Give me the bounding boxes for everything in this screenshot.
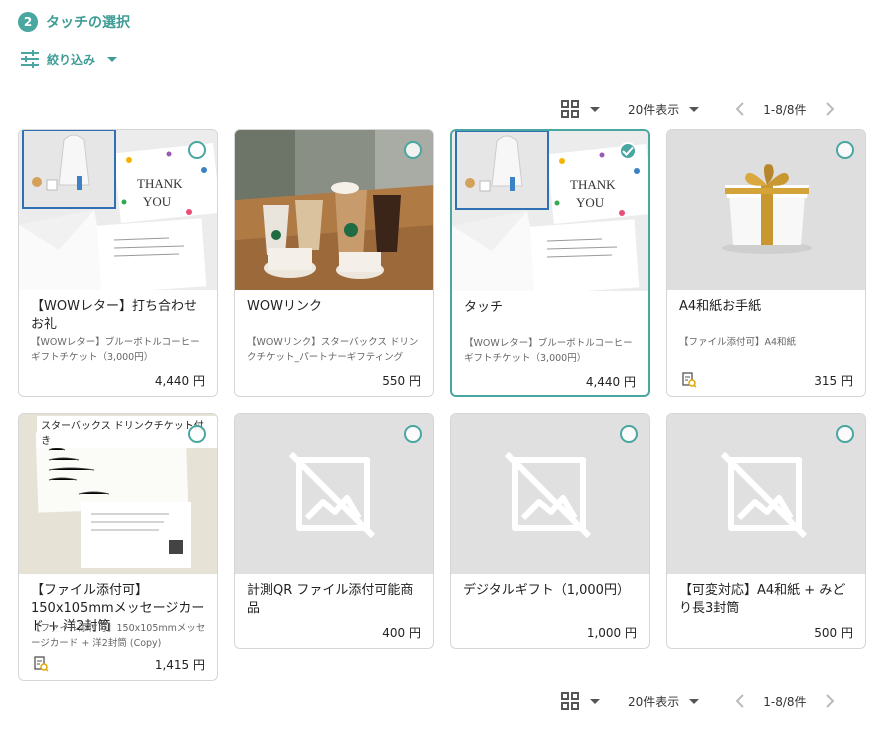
product-card[interactable]: 計測QR ファイル添付可能商品 400 円 <box>234 413 434 649</box>
next-page-icon[interactable] <box>825 694 835 708</box>
card-title: タッチ <box>464 300 504 315</box>
card-image: THANK YOU <box>452 131 648 291</box>
check-icon <box>622 146 634 156</box>
grid-view-icon <box>560 99 580 119</box>
step-header: 2 タッチの選択 <box>18 12 130 32</box>
chevron-down-icon <box>107 56 118 62</box>
thank-you-letter-photo: THANK YOU <box>452 131 648 291</box>
chevron-down-icon <box>590 698 600 704</box>
file-search-icon <box>681 372 697 392</box>
card-image <box>235 414 433 574</box>
per-page-select[interactable]: 20件表示 <box>628 101 700 118</box>
no-image-icon <box>451 414 649 574</box>
card-price: 315 円 <box>814 374 853 388</box>
select-radio[interactable] <box>188 425 206 443</box>
pagination-toolbar-bottom: 20件表示 1-8/8件 <box>560 689 835 713</box>
card-price: 500 円 <box>814 626 853 640</box>
card-title: WOWリンク <box>247 299 322 314</box>
product-card-selected[interactable]: THANK YOU タッチ 【WOWレター】ブルーボトルコーヒーギフトチケット（3… <box>450 129 650 397</box>
select-radio[interactable] <box>188 141 206 159</box>
card-image: スターバックス ドリンクチケット付き <box>19 414 217 574</box>
sliders-icon <box>20 50 40 68</box>
card-description: 【ファイル添付可】A4和紙 <box>679 337 797 348</box>
card-title: 【WOWレター】打ち合わせお礼 <box>31 299 197 332</box>
gift-box-photo <box>667 130 865 290</box>
per-page-select[interactable]: 20件表示 <box>628 693 700 710</box>
per-page-label: 20件表示 <box>628 102 680 117</box>
no-image-icon <box>235 414 433 574</box>
filter-button[interactable]: 絞り込み <box>20 50 118 68</box>
card-price: 4,440 円 <box>585 375 636 389</box>
starbucks-drinks-photo <box>235 130 433 290</box>
card-description: 【WOWレター】ブルーボトルコーヒーギフトチケット（3,000円） <box>31 337 200 363</box>
chevron-down-icon <box>590 106 600 112</box>
card-price: 400 円 <box>382 626 421 640</box>
step-title: タッチの選択 <box>46 15 130 31</box>
selected-check-radio[interactable] <box>619 142 637 160</box>
svg-text:YOU: YOU <box>143 194 172 209</box>
product-card[interactable]: スターバックス ドリンクチケット付き 【ファイル添付可】150x105mmメッセ… <box>18 413 218 681</box>
filter-label: 絞り込み <box>47 52 96 67</box>
card-image <box>235 130 433 290</box>
card-description: 【WOWレター】ブルーボトルコーヒーギフトチケット（3,000円） <box>464 338 633 364</box>
product-card[interactable]: WOWリンク 【WOWリンク】スターバックス ドリンクチケット_パートナーギフテ… <box>234 129 434 397</box>
card-price: 1,415 円 <box>154 658 205 672</box>
card-title: 計測QR ファイル添付可能商品 <box>247 583 414 616</box>
card-description: 【WOWリンク】スターバックス ドリンクチケット_パートナーギフティング <box>247 337 419 363</box>
card-description: 【ファイル添付可】150x105mmメッセージカード + 洋2封筒 (Copy) <box>31 623 206 649</box>
svg-text:YOU: YOU <box>576 195 605 210</box>
page-range: 1-8/8件 <box>763 694 807 709</box>
pagination-toolbar-top: 20件表示 1-8/8件 <box>560 97 835 121</box>
card-image <box>667 130 865 290</box>
product-card[interactable]: A4和紙お手紙 【ファイル添付可】A4和紙 315 円 <box>666 129 866 397</box>
prev-page-icon[interactable] <box>735 102 745 116</box>
product-card[interactable]: 【可変対応】A4和紙 + みどり長3封筒 500 円 <box>666 413 866 649</box>
view-mode-select[interactable] <box>560 99 600 119</box>
chevron-down-icon <box>689 698 700 704</box>
svg-text:THANK: THANK <box>137 176 183 191</box>
card-price: 1,000 円 <box>586 626 637 640</box>
select-radio[interactable] <box>620 425 638 443</box>
card-price: 4,440 円 <box>154 374 205 388</box>
card-image <box>667 414 865 574</box>
card-title: 【可変対応】A4和紙 + みどり長3封筒 <box>679 583 846 616</box>
view-mode-select[interactable] <box>560 691 600 711</box>
step-number-badge: 2 <box>18 12 38 32</box>
product-card[interactable]: デジタルギフト（1,000円） 1,000 円 <box>450 413 650 649</box>
product-card[interactable]: THANK YOU 【WOWレター】打ち合わせお礼 【WOWレター】ブルーボトルコ… <box>18 129 218 397</box>
select-radio[interactable] <box>404 141 422 159</box>
select-radio[interactable] <box>836 425 854 443</box>
card-price: 550 円 <box>382 374 421 388</box>
svg-text:THANK: THANK <box>570 177 616 192</box>
card-title: A4和紙お手紙 <box>679 299 762 314</box>
card-image <box>451 414 649 574</box>
next-page-icon[interactable] <box>825 102 835 116</box>
card-title: デジタルギフト（1,000円） <box>463 583 630 598</box>
card-image: THANK YOU <box>19 130 217 290</box>
chevron-down-icon <box>689 106 700 112</box>
per-page-label: 20件表示 <box>628 694 680 709</box>
page-range: 1-8/8件 <box>763 102 807 117</box>
file-search-icon <box>33 656 49 676</box>
select-radio[interactable] <box>836 141 854 159</box>
prev-page-icon[interactable] <box>735 694 745 708</box>
no-image-icon <box>667 414 865 574</box>
select-radio[interactable] <box>404 425 422 443</box>
thank-you-letter-photo: THANK YOU <box>19 130 217 290</box>
grid-view-icon <box>560 691 580 711</box>
